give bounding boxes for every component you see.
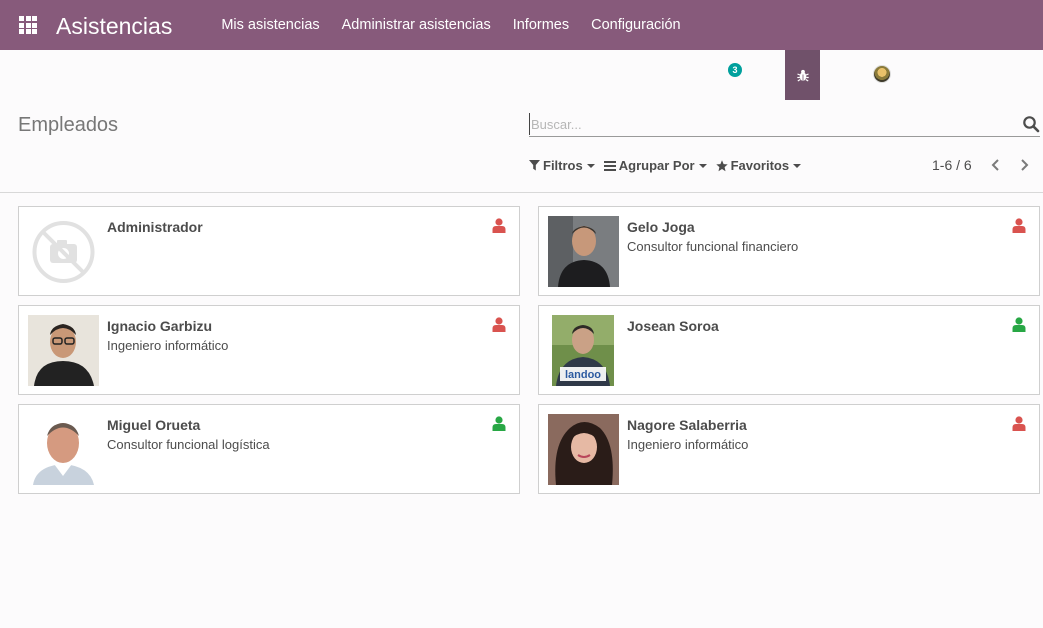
employee-photo: [28, 414, 99, 485]
attendance-absent-icon: [1012, 416, 1026, 431]
favorites-dropdown[interactable]: Favoritos: [715, 158, 802, 173]
top-navbar: Asistencias Mis asistencias Administrar …: [0, 0, 1043, 50]
group-by-dropdown[interactable]: Agrupar Por: [603, 158, 707, 173]
photo-logo-text: landoo: [565, 369, 601, 381]
group-by-label: Agrupar Por: [618, 158, 695, 173]
employee-photo-placeholder: [28, 216, 99, 287]
menu-item-configuracion[interactable]: Configuración: [580, 17, 691, 33]
employee-card[interactable]: Nagore Salaberria Ingeniero informático: [538, 404, 1040, 494]
search-input[interactable]: [529, 113, 1009, 135]
person-photo: [548, 216, 619, 287]
employee-photo: landoo: [552, 315, 614, 386]
breadcrumb-title: Empleados: [18, 114, 119, 136]
caret-down-icon: [793, 163, 802, 168]
filters-dropdown[interactable]: Filtros: [529, 158, 595, 173]
employee-photo: [548, 216, 619, 287]
user-avatar[interactable]: [873, 65, 891, 83]
search-icon[interactable]: [1022, 115, 1040, 133]
employee-card[interactable]: Gelo Joga Consultor funcional financiero: [538, 206, 1040, 296]
search-bar: [529, 110, 1040, 137]
messages-badge[interactable]: 3: [728, 63, 742, 77]
employee-job: Consultor funcional financiero: [627, 239, 799, 254]
caret-down-icon: [698, 163, 707, 168]
employee-job: Ingeniero informático: [627, 437, 749, 452]
employee-card[interactable]: Administrador: [18, 206, 520, 296]
menu-item-mis-asistencias[interactable]: Mis asistencias: [210, 17, 330, 33]
bug-icon: [796, 69, 809, 82]
person-photo: [28, 315, 99, 386]
debug-button[interactable]: [785, 50, 820, 100]
caret-down-icon: [586, 163, 595, 168]
employee-card[interactable]: landoo Josean Soroa: [538, 305, 1040, 395]
filters-label: Filtros: [543, 158, 583, 173]
attendance-absent-icon: [1012, 218, 1026, 233]
employee-job: Consultor funcional logística: [107, 437, 270, 452]
employee-job: Ingeniero informático: [107, 338, 229, 353]
attendance-absent-icon: [492, 317, 506, 332]
employee-photo: [548, 414, 619, 485]
person-photo: [548, 414, 619, 485]
attendance-present-icon: [492, 416, 506, 431]
app-title[interactable]: Asistencias: [56, 13, 172, 40]
favorites-label: Favoritos: [730, 158, 790, 173]
person-photo: landoo: [552, 315, 614, 386]
apps-grid-icon: [19, 16, 37, 34]
employee-name: Josean Soroa: [627, 318, 719, 334]
employee-card[interactable]: Miguel Orueta Consultor funcional logíst…: [18, 404, 520, 494]
attendance-absent-icon: [492, 218, 506, 233]
employee-name: Administrador: [107, 219, 203, 235]
main-menu: Mis asistencias Administrar asistencias …: [210, 17, 691, 33]
employee-name: Miguel Orueta: [107, 417, 201, 433]
chevron-right-icon[interactable]: [1015, 156, 1033, 174]
star-icon: [715, 159, 728, 171]
employee-name: Gelo Joga: [627, 219, 695, 235]
employee-name: Ignacio Garbizu: [107, 318, 213, 334]
attendance-present-icon: [1012, 317, 1026, 332]
employee-name: Nagore Salaberria: [627, 417, 747, 433]
control-panel-divider: [0, 192, 1043, 193]
menu-item-informes[interactable]: Informes: [502, 17, 580, 33]
chevron-left-icon[interactable]: [987, 156, 1005, 174]
menu-item-administrar-asistencias[interactable]: Administrar asistencias: [331, 17, 502, 33]
person-photo: [28, 414, 99, 485]
pager-value[interactable]: 1-6 / 6: [932, 157, 972, 173]
bars-icon: [603, 160, 616, 171]
search-options: Filtros Agrupar Por Favoritos: [529, 158, 810, 173]
employee-card[interactable]: Ignacio Garbizu Ingeniero informático: [18, 305, 520, 395]
filter-icon: [529, 160, 540, 171]
apps-menu-button[interactable]: [0, 0, 56, 50]
employee-photo: [28, 315, 99, 386]
no-image-icon: [32, 221, 95, 283]
